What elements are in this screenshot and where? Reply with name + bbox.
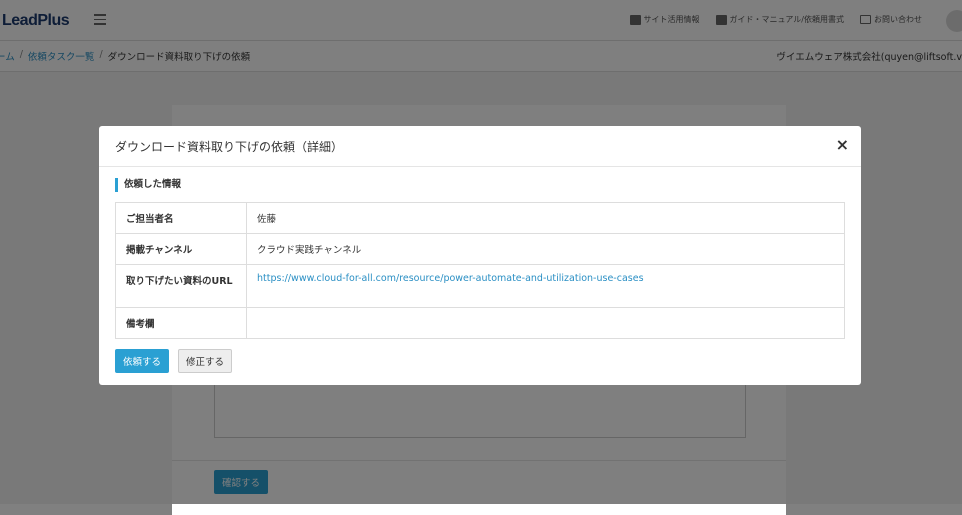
- row-value: [246, 307, 845, 339]
- row-value: https://www.cloud-for-all.com/resource/p…: [246, 264, 845, 308]
- edit-button[interactable]: 修正する: [178, 349, 232, 373]
- row-label: ご担当者名: [115, 202, 247, 234]
- modal-title: ダウンロード資料取り下げの依頼（詳細）: [115, 140, 344, 154]
- table-row: 取り下げたい資料のURL https://www.cloud-for-all.c…: [115, 264, 845, 308]
- row-label: 備考欄: [115, 307, 247, 339]
- section-title: 依頼した情報: [115, 178, 181, 192]
- table-row: 備考欄: [115, 307, 845, 339]
- close-icon[interactable]: ×: [836, 136, 849, 154]
- modal-header: ダウンロード資料取り下げの依頼（詳細） ×: [99, 126, 861, 167]
- table-row: 掲載チャンネル クラウド実践チャンネル: [115, 233, 845, 265]
- info-table: ご担当者名 佐藤 掲載チャンネル クラウド実践チャンネル 取り下げたい資料のUR…: [115, 202, 845, 339]
- row-value: 佐藤: [246, 202, 845, 234]
- row-label: 取り下げたい資料のURL: [115, 264, 247, 308]
- row-value: クラウド実践チャンネル: [246, 233, 845, 265]
- table-row: ご担当者名 佐藤: [115, 202, 845, 234]
- resource-url-link[interactable]: https://www.cloud-for-all.com/resource/p…: [257, 273, 644, 284]
- submit-button[interactable]: 依頼する: [115, 349, 169, 373]
- detail-modal: ダウンロード資料取り下げの依頼（詳細） × 依頼した情報 ご担当者名 佐藤 掲載…: [99, 126, 861, 385]
- row-label: 掲載チャンネル: [115, 233, 247, 265]
